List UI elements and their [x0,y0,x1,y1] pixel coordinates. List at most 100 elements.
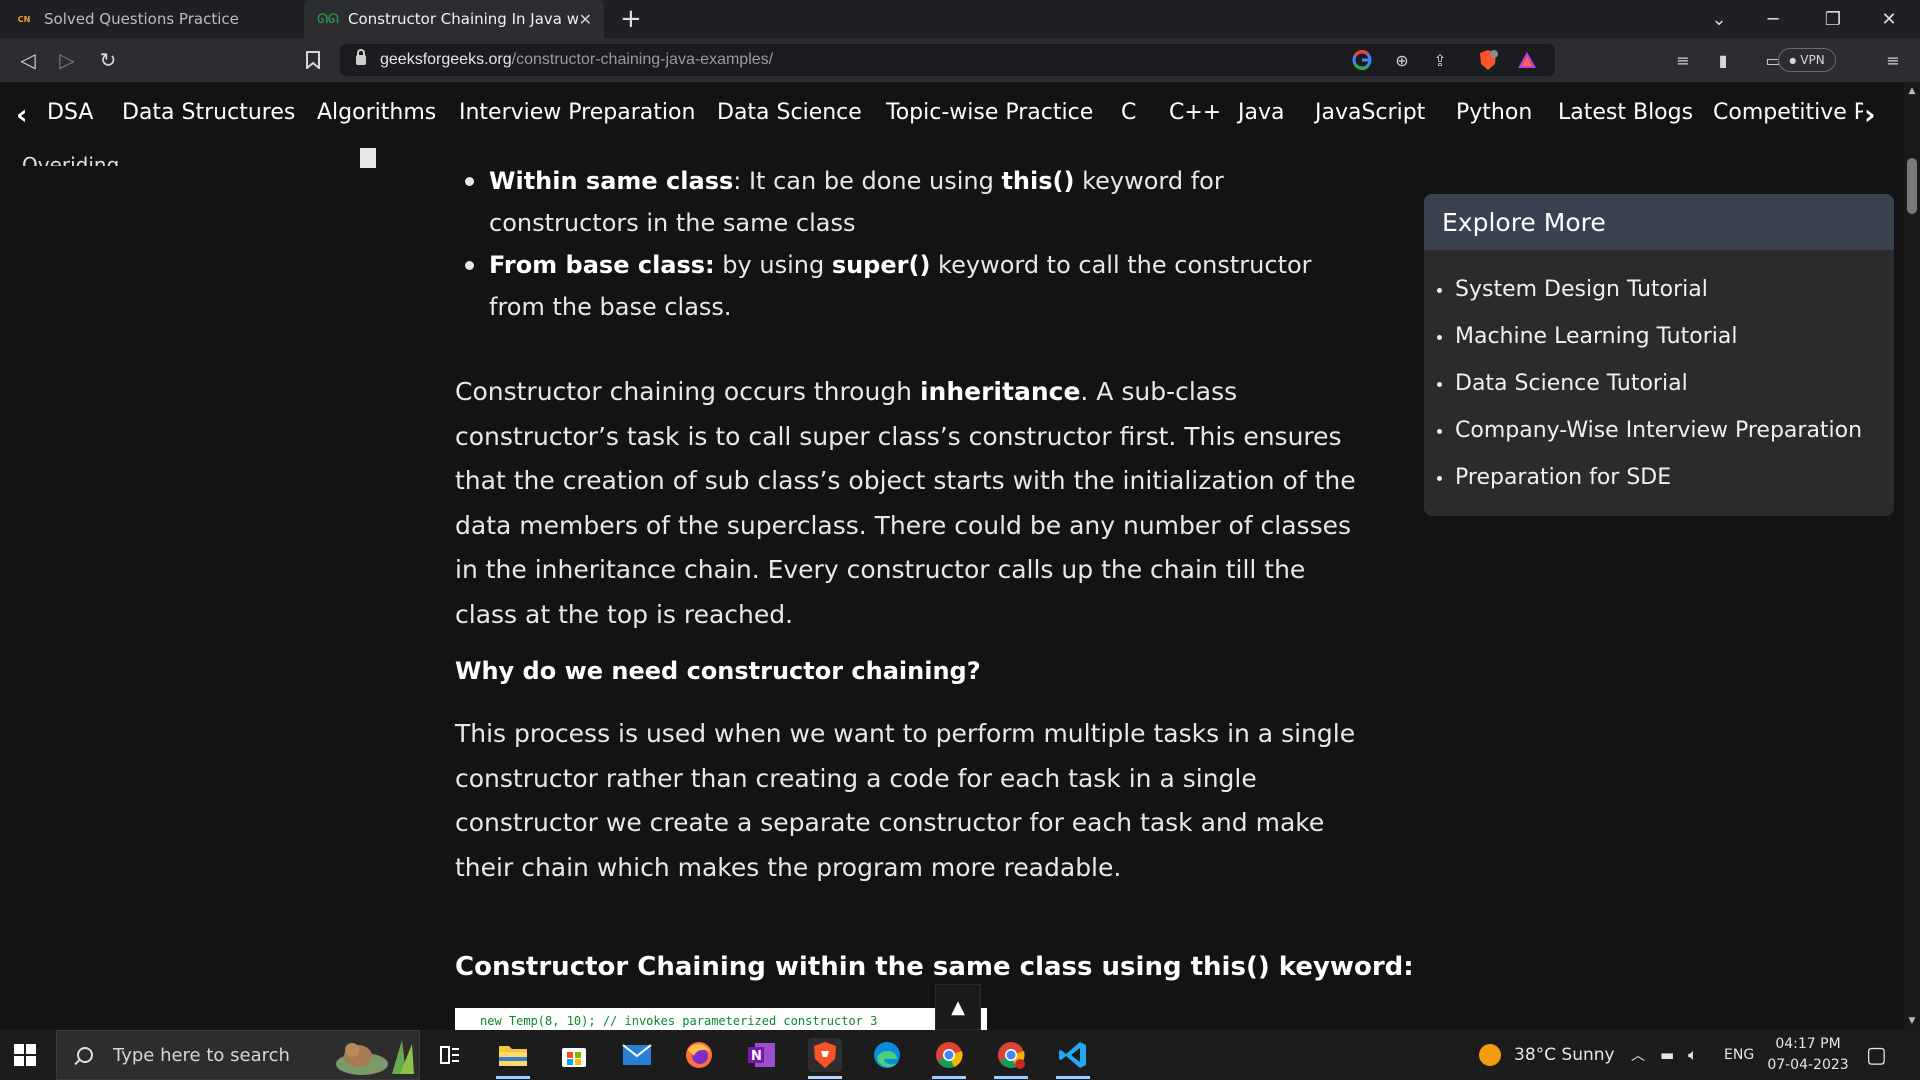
site-nav: ‹ DSA Data Structures Algorithms Intervi… [0,82,1904,148]
nav-item-topic-wise-practice[interactable]: Topic-wise Practice [886,100,1093,125]
share-icon[interactable]: ⇪ [1428,48,1452,72]
explore-more-panel: Explore More System Design Tutorial Mach… [1424,194,1894,516]
paragraph-why-chaining: This process is used when we want to per… [455,719,1356,882]
tab-solved-questions[interactable]: CN Solved Questions Practice [0,0,302,38]
paragraph-inheritance: Constructor chaining occurs through inhe… [455,377,1356,629]
menu-icon[interactable]: ≡ [1880,48,1906,72]
restore-button[interactable]: ❐ [1810,0,1856,38]
search-icon [77,1047,93,1063]
nav-item-competitive-programming[interactable]: Competitive Pr [1713,100,1863,125]
gfg-icon: ᘏᘏ [317,11,339,27]
svg-text:N: N [751,1049,762,1064]
chrome-profile-icon[interactable] [994,1038,1028,1072]
nav-item-dsa[interactable]: DSA [47,100,93,125]
windows-start-button[interactable] [14,1044,36,1066]
heading-this-keyword: Constructor Chaining within the same cla… [455,952,1414,982]
tray-overflow-chevron-icon[interactable]: ︿ [1631,1030,1645,1080]
minimize-button[interactable]: ─ [1750,0,1796,38]
tab-constructor-chaining[interactable]: ᘏᘏ Constructor Chaining In Java with ✕ [304,0,604,38]
search-highlight-illustration [336,1040,414,1075]
lock-icon [356,49,366,65]
address-bar[interactable]: geeksforgeeks.org/constructor-chaining-j… [340,44,1555,76]
page-scrollbar[interactable]: ▲ ▼ [1904,82,1920,1030]
scroll-up-arrow-icon[interactable]: ▲ [1904,84,1920,98]
brave-rewards-icon[interactable] [1515,48,1539,72]
brave-browser-icon[interactable] [808,1038,842,1072]
explore-link-system-design[interactable]: System Design Tutorial [1424,266,1894,313]
code-snippet-text: new Temp(8, 10); // invokes parameterize… [480,1014,878,1028]
language-indicator[interactable]: ENG [1724,1030,1754,1080]
explore-link-data-science[interactable]: Data Science Tutorial [1424,360,1894,407]
heading-why-chaining: Why do we need constructor chaining? [455,657,981,685]
new-tab-button[interactable]: + [620,4,642,34]
notification-center-icon[interactable]: ▢ [1866,1030,1887,1080]
nav-item-data-science[interactable]: Data Science [717,100,862,125]
running-indicator [808,1076,842,1079]
google-icon[interactable] [1350,48,1374,72]
browser-toolbar: ◁ ▷ ↻ geeksforgeeks.org/constructor-chai… [0,38,1920,82]
left-sidebar-scroll-thumb[interactable] [360,148,376,168]
mail-icon[interactable] [620,1038,654,1072]
clock-date: 07-04-2023 [1767,1057,1849,1073]
nav-item-interview-preparation[interactable]: Interview Preparation [459,100,695,125]
microsoft-store-icon[interactable] [557,1038,591,1072]
nav-item-algorithms[interactable]: Algorithms [317,100,436,125]
running-indicator [496,1076,530,1079]
vscode-icon[interactable] [1056,1038,1090,1072]
explore-link-machine-learning[interactable]: Machine Learning Tutorial [1424,313,1894,360]
coding-ninjas-icon: CN [17,14,31,24]
reload-button[interactable]: ↻ [94,46,122,74]
playlist-icon[interactable]: ≡ [1670,48,1696,72]
running-indicator [932,1076,966,1079]
zoom-icon[interactable]: ⊕ [1390,48,1414,72]
chaining-ways-list: Within same class: It can be done using … [465,160,1369,328]
explore-more-title: Explore More [1424,194,1894,250]
scroll-down-arrow-icon[interactable]: ▼ [1904,1014,1920,1028]
nav-item-data-structures[interactable]: Data Structures [122,100,295,125]
nav-next-arrow[interactable]: › [1864,98,1876,131]
tab-search-chevron-icon[interactable]: ⌄ [1696,0,1742,38]
weather-widget[interactable]: 38°C Sunny [1478,1030,1615,1080]
taskbar-search-placeholder: Type here to search [113,1044,290,1066]
forward-button[interactable]: ▷ [53,46,81,74]
clock[interactable]: 04:17 PM 07-04-2023 [1766,1034,1850,1076]
nav-item-c[interactable]: C [1121,100,1136,125]
browser-titlebar: CN Solved Questions Practice ᘏᘏ Construc… [0,0,1920,38]
task-view-icon[interactable] [433,1038,467,1072]
close-window-button[interactable]: ✕ [1866,0,1912,38]
nav-item-java[interactable]: Java [1238,100,1284,125]
running-indicator [994,1076,1028,1079]
brave-shields-icon[interactable] [1476,48,1500,72]
sun-icon [1479,1044,1501,1066]
file-explorer-icon[interactable] [496,1038,530,1072]
chrome-icon[interactable] [932,1038,966,1072]
vpn-button[interactable]: ● VPN [1778,48,1836,72]
running-indicator [1056,1076,1090,1079]
explore-link-preparation-sde[interactable]: Preparation for SDE [1424,454,1894,501]
explore-more-list: System Design Tutorial Machine Learning … [1424,250,1894,501]
explore-link-company-wise[interactable]: Company-Wise Interview Preparation [1424,407,1894,454]
edge-icon[interactable] [870,1038,904,1072]
nav-prev-arrow[interactable]: ‹ [16,98,28,131]
back-to-top-button[interactable]: ▲ [935,984,981,1030]
nav-item-python[interactable]: Python [1456,100,1532,125]
nav-item-javascript[interactable]: JavaScript [1315,100,1425,125]
bookmark-icon[interactable] [299,46,327,74]
scrollbar-thumb[interactable] [1907,158,1917,214]
volume-icon[interactable]: 🔈︎ [1688,1030,1698,1080]
left-sidebar-item[interactable]: Overiding [22,148,119,166]
sidebar-icon[interactable]: ▮ [1710,48,1736,72]
tab-title: Constructor Chaining In Java with [348,10,578,28]
list-item: Within same class: It can be done using … [465,160,1369,244]
list-item: From base class: by using super() keywor… [465,244,1369,328]
nav-item-cpp[interactable]: C++ [1169,100,1221,125]
onenote-icon[interactable]: N [745,1038,779,1072]
nav-item-latest-blogs[interactable]: Latest Blogs [1558,100,1693,125]
code-image: new Temp(8, 10); // invokes parameterize… [455,1008,987,1030]
weather-text: 38°C Sunny [1514,1045,1615,1065]
back-button[interactable]: ◁ [14,46,42,74]
battery-icon[interactable]: ▬ [1660,1030,1674,1080]
close-tab-icon[interactable]: ✕ [579,10,592,29]
firefox-icon[interactable] [682,1038,716,1072]
clock-time: 04:17 PM [1775,1036,1841,1052]
